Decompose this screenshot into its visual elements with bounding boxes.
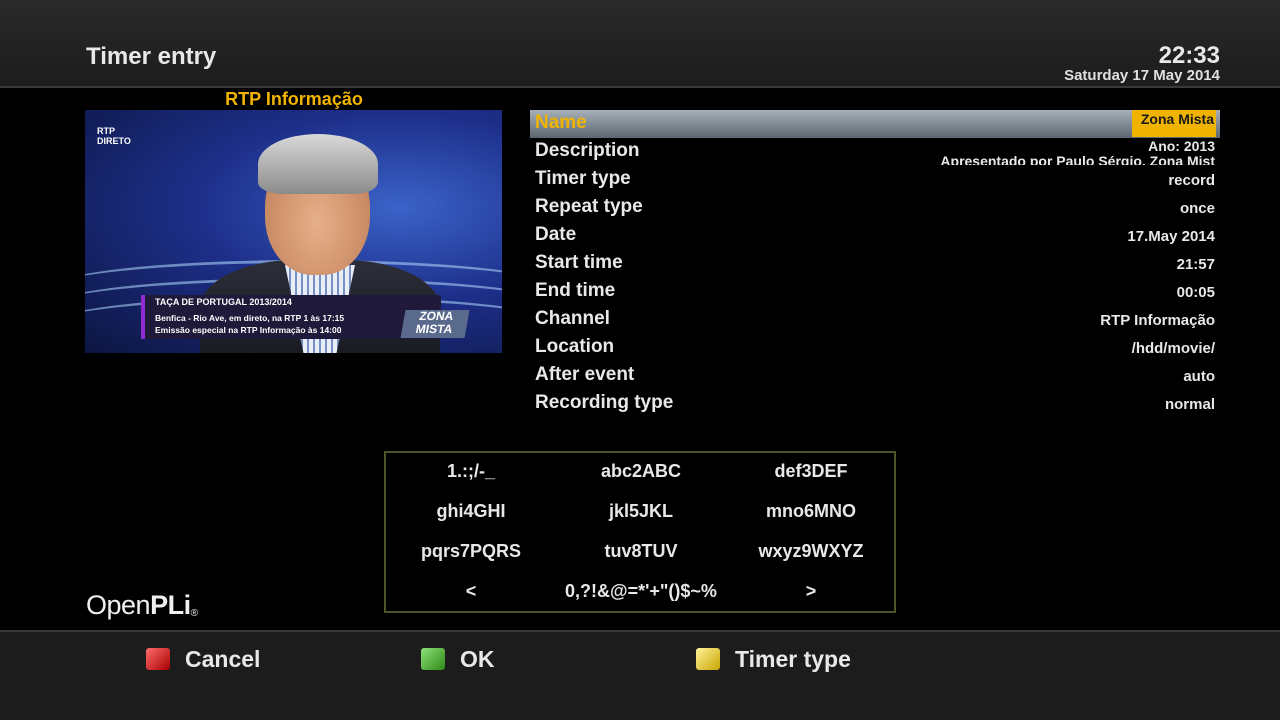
key-8[interactable]: tuv8TUV xyxy=(556,541,726,562)
key-0[interactable]: 0,?!&@=*'+"()$~% xyxy=(556,581,726,602)
key-7[interactable]: pqrs7PQRS xyxy=(386,541,556,562)
logo-open: Open xyxy=(86,590,151,620)
setting-value: 21:57 xyxy=(1176,256,1215,273)
setting-label: Repeat type xyxy=(535,196,643,217)
ok-label: OK xyxy=(460,646,495,672)
key-5[interactable]: jkl5JKL xyxy=(556,501,726,522)
setting-channel[interactable]: Channel RTP Informação xyxy=(530,306,1220,334)
ticker-line-1: Benfica - Rio Ave, em direto, na RTP 1 à… xyxy=(155,313,345,323)
red-key-icon xyxy=(146,648,170,670)
setting-value: 00:05 xyxy=(1176,284,1215,301)
setting-label: After event xyxy=(535,364,635,385)
ticker-line-2: Emissão especial na RTP Informação às 14… xyxy=(155,325,342,335)
description-line-1: Ano: 2013 xyxy=(1148,139,1215,154)
setting-label: Start time xyxy=(535,252,623,273)
setting-label: Date xyxy=(535,224,577,245)
setting-value: 17.May 2014 xyxy=(1127,228,1215,245)
green-key-icon xyxy=(421,648,445,670)
setting-start-time[interactable]: Start time 21:57 xyxy=(530,250,1220,278)
ticker-title: TAÇA DE PORTUGAL 2013/2014 xyxy=(155,297,292,307)
key-right[interactable]: > xyxy=(726,581,896,602)
timer-settings-list: Name Zona Mista Description Ano: 2013 Ap… xyxy=(530,110,1220,418)
setting-location[interactable]: Location /hdd/movie/ xyxy=(530,334,1220,362)
channel-logo-sub: DIRETO xyxy=(97,136,131,146)
setting-date[interactable]: Date 17.May 2014 xyxy=(530,222,1220,250)
setting-name[interactable]: Name Zona Mista xyxy=(530,110,1220,138)
key-left[interactable]: < xyxy=(386,581,556,602)
key-6[interactable]: mno6MNO xyxy=(726,501,896,522)
setting-end-time[interactable]: End time 00:05 xyxy=(530,278,1220,306)
setting-value: Ano: 2013 Apresentado por Paulo Sérgio. … xyxy=(940,139,1215,165)
setting-after-event[interactable]: After event auto xyxy=(530,362,1220,390)
setting-repeat-type[interactable]: Repeat type once xyxy=(530,194,1220,222)
name-input[interactable]: Zona Mista xyxy=(1132,110,1216,137)
logo-pli: PLi xyxy=(150,590,191,620)
setting-value: RTP Informação xyxy=(1100,312,1215,329)
preview-channel-name: RTP Informação xyxy=(225,89,363,109)
setting-label: Description xyxy=(535,140,640,161)
setting-label: Timer type xyxy=(535,168,631,189)
tv-preview: RTP DIRETO TAÇA DE PORTUGAL 2013/2014 Be… xyxy=(85,110,502,353)
setting-label: Recording type xyxy=(535,392,674,413)
timer-type-label: Timer type xyxy=(735,646,851,672)
setting-label: Channel xyxy=(535,308,610,329)
current-date: Saturday 17 May 2014 xyxy=(1064,67,1220,84)
page-title: Timer entry xyxy=(86,43,217,70)
key-1[interactable]: 1.:;/-_ xyxy=(386,461,556,482)
yellow-key-icon xyxy=(696,648,720,670)
setting-value: auto xyxy=(1183,368,1215,385)
key-2[interactable]: abc2ABC xyxy=(556,461,726,482)
setting-timer-type[interactable]: Timer type record xyxy=(530,166,1220,194)
setting-value: normal xyxy=(1164,396,1215,413)
key-4[interactable]: ghi4GHI xyxy=(386,501,556,522)
setting-value: record xyxy=(1168,172,1215,189)
show-badge: ZONA MISTA xyxy=(400,309,470,338)
clock: 22:33 xyxy=(1158,42,1220,69)
setting-value: once xyxy=(1179,200,1215,217)
setting-description[interactable]: Description Ano: 2013 Apresentado por Pa… xyxy=(530,138,1220,166)
key-9[interactable]: wxyz9WXYZ xyxy=(726,541,896,562)
logo-registered: ® xyxy=(190,608,198,619)
setting-label: End time xyxy=(535,280,616,301)
footer-bar: Cancel OK Timer type xyxy=(0,630,1280,720)
channel-logo: RTP DIRETO xyxy=(97,126,131,146)
openpli-logo: OpenPLi® xyxy=(86,590,198,621)
header-bar: Timer entry 22:33 Saturday 17 May 2014 xyxy=(0,0,1280,88)
setting-label: Name xyxy=(535,112,587,133)
setting-recording-type[interactable]: Recording type normal xyxy=(530,390,1220,418)
cancel-label: Cancel xyxy=(185,646,261,672)
setting-value: /hdd/movie/ xyxy=(1131,340,1215,357)
channel-logo-text: RTP xyxy=(97,126,115,136)
key-3[interactable]: def3DEF xyxy=(726,461,896,482)
setting-label: Location xyxy=(535,336,615,357)
description-line-2: Apresentado por Paulo Sérgio. Zona Mist xyxy=(940,153,1215,166)
virtual-keypad: 1.:;/-_ abc2ABC def3DEF ghi4GHI jkl5JKL … xyxy=(384,451,896,613)
